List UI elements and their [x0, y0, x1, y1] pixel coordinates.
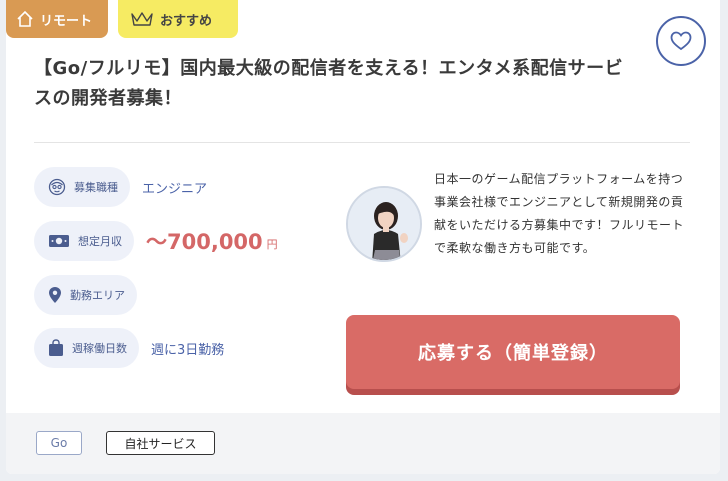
- bag-icon: [49, 339, 63, 356]
- salary-label: 想定月収: [78, 235, 122, 248]
- info-row-area: 勤務エリア: [34, 275, 149, 315]
- money-icon: [49, 235, 69, 247]
- heart-icon: [670, 31, 692, 51]
- position-label: 募集職種: [74, 181, 118, 194]
- remote-badge: リモート: [6, 0, 108, 38]
- crown-icon: [131, 12, 153, 26]
- tag-footer: Go 自社サービス: [6, 413, 720, 474]
- salary-value: 〜700,000: [146, 230, 263, 254]
- tag-in-house-service[interactable]: 自社サービス: [106, 431, 215, 455]
- days-pill: 週稼働日数: [34, 328, 139, 368]
- salary-pill: 想定月収: [34, 221, 134, 261]
- area-pill: 勤務エリア: [34, 275, 137, 315]
- recruiter-avatar: [346, 186, 422, 262]
- days-label: 週稼働日数: [72, 342, 127, 355]
- info-row-position: 募集職種 エンジニア: [34, 167, 207, 207]
- favorite-button[interactable]: [656, 16, 706, 66]
- area-label: 勤務エリア: [70, 289, 125, 302]
- salary-unit: 円: [266, 238, 278, 251]
- location-pin-icon: [49, 287, 61, 303]
- job-title[interactable]: 【Go/フルリモ】国内最大級の配信者を支える！エンタメ系配信サービスの開発者募集…: [34, 54, 634, 114]
- tag-go[interactable]: Go: [36, 431, 82, 455]
- divider: [34, 142, 690, 143]
- info-row-salary: 想定月収 〜700,000 円: [34, 221, 278, 261]
- remote-badge-label: リモート: [40, 13, 93, 29]
- job-card[interactable]: リモート おすすめ 【Go/フルリモ】国内最大級の配信者を支える！エンタメ系配信…: [6, 0, 720, 474]
- recommend-badge: おすすめ: [118, 0, 238, 38]
- position-pill: 募集職種: [34, 167, 130, 207]
- days-value: 週に3日勤務: [151, 342, 225, 358]
- apply-button[interactable]: 応募する（簡単登録）: [346, 315, 680, 389]
- info-row-days: 週稼働日数 週に3日勤務: [34, 328, 224, 368]
- job-description: 日本一のゲーム配信プラットフォームを持つ事業会社様でエンジニアとして新規開発の貢…: [434, 172, 685, 255]
- person-icon: [48, 178, 66, 196]
- position-value: エンジニア: [142, 181, 208, 197]
- home-icon: [17, 10, 33, 27]
- recommend-badge-label: おすすめ: [160, 13, 213, 29]
